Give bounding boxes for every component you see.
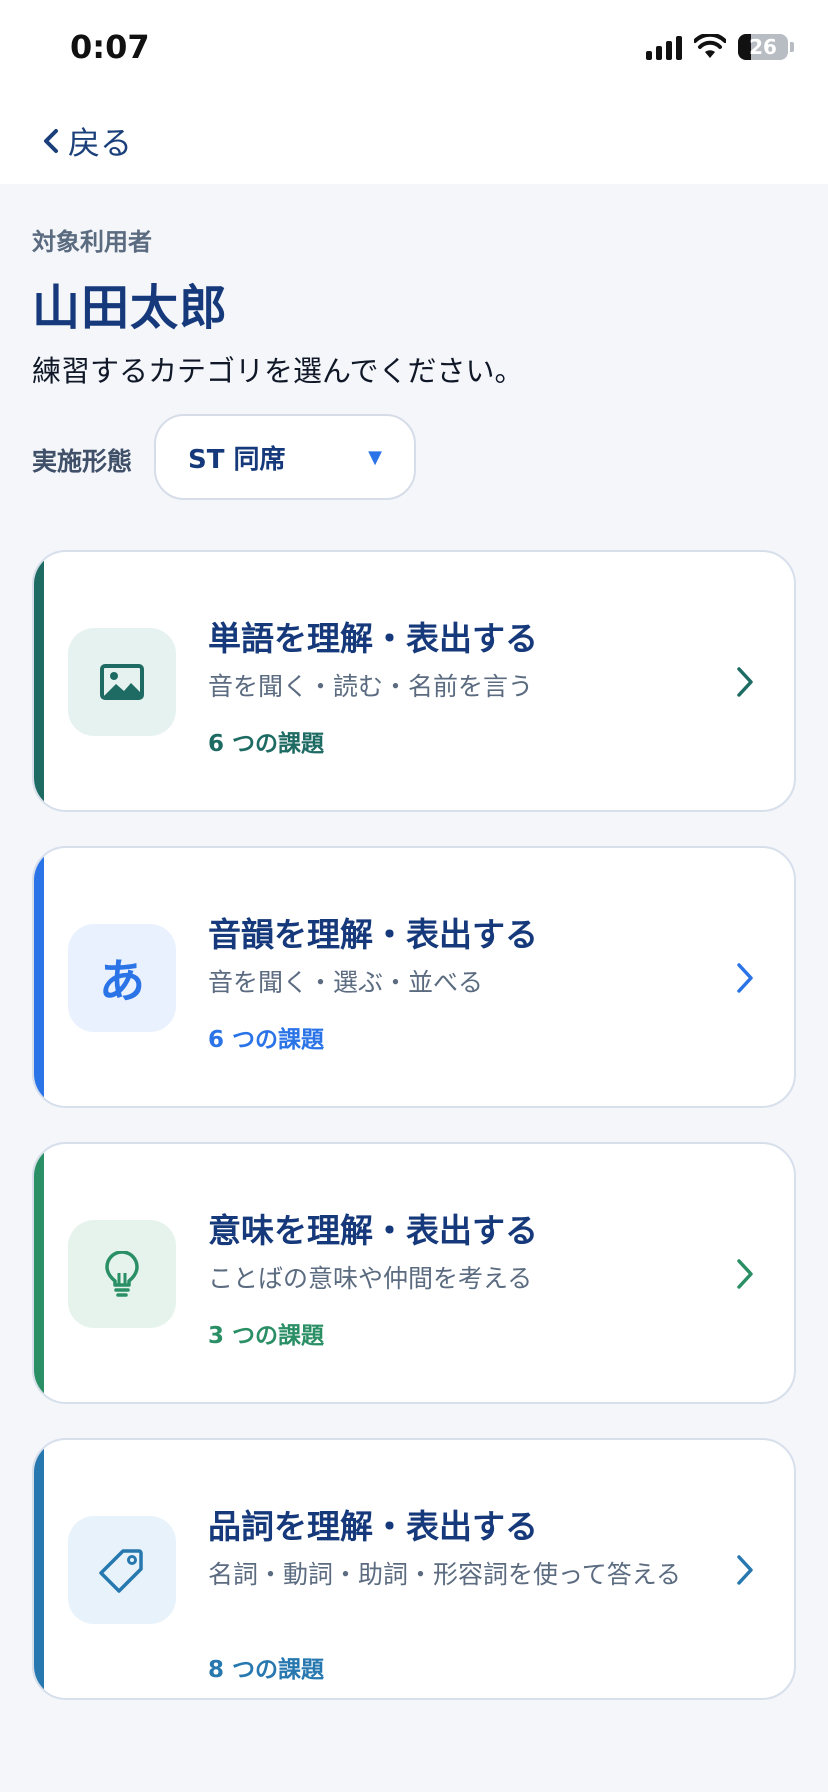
category-title: 音韻を理解・表出する (208, 915, 538, 954)
card-accent (34, 552, 44, 810)
image-icon (100, 664, 144, 700)
chevron-right-icon (737, 963, 753, 993)
battery-icon: 26 (738, 34, 788, 60)
wifi-icon (694, 34, 726, 58)
category-card-phonology[interactable]: あ 音韻を理解・表出する 音を聞く・選ぶ・並べる 6 つの課題 (32, 846, 796, 1108)
task-count: 6 つの課題 (208, 731, 325, 757)
mode-label: 実施形態 (32, 447, 133, 476)
task-count: 8 つの課題 (208, 1657, 325, 1683)
card-accent (34, 848, 44, 1106)
mode-select[interactable]: ST 同席 ▼ (154, 414, 416, 500)
card-accent (34, 1440, 44, 1698)
category-subtitle: 音を聞く・読む・名前を言う (208, 672, 534, 701)
category-title: 品詞を理解・表出する (208, 1507, 538, 1546)
chevron-right-icon (737, 1555, 753, 1585)
dropdown-arrow-icon: ▼ (368, 446, 382, 468)
category-card-parts-of-speech[interactable]: 品詞を理解・表出する 名詞・動詞・助詞・形容詞を使って答える 8 つの課題 (32, 1438, 796, 1700)
category-subtitle: 音を聞く・選ぶ・並べる (208, 968, 484, 997)
chevron-left-icon (44, 129, 58, 153)
category-icon-box: あ (68, 924, 176, 1032)
category-title: 単語を理解・表出する (208, 619, 538, 658)
mode-value: ST 同席 (188, 444, 286, 475)
category-card-words[interactable]: 単語を理解・表出する 音を聞く・読む・名前を言う 6 つの課題 (32, 550, 796, 812)
category-card-meaning[interactable]: 意味を理解・表出する ことばの意味や仲間を考える 3 つの課題 (32, 1142, 796, 1404)
category-icon-box (68, 1220, 176, 1328)
hiragana-a-icon: あ (99, 954, 145, 1008)
chevron-right-icon (737, 667, 753, 697)
chevron-right-icon (737, 1259, 753, 1289)
category-icon-box (68, 1516, 176, 1624)
user-name: 山田太郎 (32, 280, 229, 336)
category-icon-box (68, 628, 176, 736)
category-title: 意味を理解・表出する (208, 1211, 538, 1250)
battery-percent: 26 (749, 35, 777, 59)
battery-cap (790, 42, 794, 52)
back-button[interactable]: 戻る (40, 118, 132, 164)
category-subtitle: ことばの意味や仲間を考える (208, 1264, 533, 1293)
status-icons: 26 (646, 34, 794, 60)
lightbulb-icon (105, 1251, 139, 1297)
target-user-label: 対象利用者 (32, 228, 152, 256)
task-count: 3 つの課題 (208, 1323, 325, 1349)
status-time: 0:07 (70, 28, 150, 66)
category-subtitle: 名詞・動詞・助詞・形容詞を使って答える (208, 1560, 682, 1589)
tag-icon (99, 1549, 143, 1593)
top-bar: 0:07 26 戻る (0, 0, 828, 184)
instruction-text: 練習するカテゴリを選んでください。 (32, 354, 524, 388)
card-accent (34, 1144, 44, 1402)
task-count: 6 つの課題 (208, 1027, 325, 1053)
back-label: 戻る (68, 124, 133, 162)
signal-icon (646, 34, 682, 60)
